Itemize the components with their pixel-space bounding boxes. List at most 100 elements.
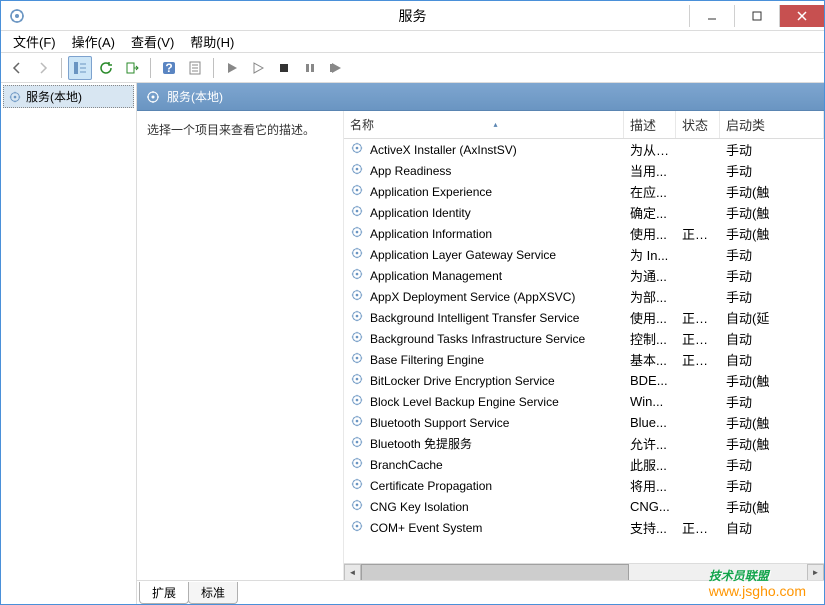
service-desc-cell: 为 In... bbox=[624, 245, 676, 264]
gear-icon bbox=[350, 141, 370, 158]
scroll-right-icon[interactable]: ► bbox=[807, 564, 824, 581]
service-name-cell: Application Layer Gateway Service bbox=[344, 246, 624, 263]
service-row[interactable]: Bluetooth Support ServiceBlue...手动(触 bbox=[344, 412, 824, 433]
menu-file[interactable]: 文件(F) bbox=[5, 30, 64, 53]
export-button[interactable] bbox=[120, 56, 144, 80]
service-desc-cell: 使用... bbox=[624, 308, 676, 327]
column-description[interactable]: 描述 bbox=[624, 111, 676, 138]
service-name: Application Layer Gateway Service bbox=[370, 248, 556, 262]
service-row[interactable]: App Readiness当用...手动 bbox=[344, 160, 824, 181]
service-desc-cell: 为通... bbox=[624, 266, 676, 285]
service-startup-cell: 手动(触 bbox=[720, 371, 824, 390]
service-name: Certificate Propagation bbox=[370, 479, 492, 493]
service-name: Application Identity bbox=[370, 206, 471, 220]
service-startup-cell: 手动 bbox=[720, 140, 824, 159]
start-service-button[interactable] bbox=[246, 56, 270, 80]
service-startup-cell: 手动(触 bbox=[720, 497, 824, 516]
service-row[interactable]: Application Identity确定...手动(触 bbox=[344, 202, 824, 223]
service-name: ActiveX Installer (AxInstSV) bbox=[370, 143, 517, 157]
footer-tabs: 扩展 标准 bbox=[137, 580, 824, 604]
service-status-cell: 正在... bbox=[676, 350, 720, 369]
service-name-cell: COM+ Event System bbox=[344, 519, 624, 536]
service-row[interactable]: Application Management为通...手动 bbox=[344, 265, 824, 286]
gear-icon bbox=[350, 267, 370, 284]
gear-icon bbox=[350, 498, 370, 515]
service-desc-cell: CNG... bbox=[624, 499, 676, 514]
pause-button[interactable] bbox=[298, 56, 322, 80]
minimize-button[interactable] bbox=[689, 5, 734, 27]
horizontal-scrollbar[interactable]: ◄ ► bbox=[344, 563, 824, 580]
window-title: 服务 bbox=[399, 6, 427, 26]
gear-icon bbox=[350, 162, 370, 179]
forward-button[interactable] bbox=[31, 56, 55, 80]
gear-icon bbox=[350, 351, 370, 368]
service-row[interactable]: Application Layer Gateway Service 为 In...… bbox=[344, 244, 824, 265]
service-row[interactable]: ActiveX Installer (AxInstSV)为从 ...手动 bbox=[344, 139, 824, 160]
tree-pane: 服务(本地) bbox=[1, 83, 137, 604]
scroll-thumb[interactable] bbox=[361, 564, 629, 581]
menu-view[interactable]: 查看(V) bbox=[123, 30, 182, 53]
toolbar-separator bbox=[213, 58, 214, 78]
service-name-cell: Background Intelligent Transfer Service bbox=[344, 309, 624, 326]
column-startup[interactable]: 启动类 bbox=[720, 111, 824, 138]
gear-icon bbox=[350, 225, 370, 242]
properties-button[interactable] bbox=[183, 56, 207, 80]
refresh-button[interactable] bbox=[94, 56, 118, 80]
service-row[interactable]: BitLocker Drive Encryption ServiceBDE...… bbox=[344, 370, 824, 391]
gear-icon bbox=[350, 246, 370, 263]
service-desc-cell: 为部... bbox=[624, 287, 676, 306]
back-button[interactable] bbox=[5, 56, 29, 80]
start-button[interactable] bbox=[220, 56, 244, 80]
service-status-cell: 正在... bbox=[676, 224, 720, 243]
service-row[interactable]: Background Intelligent Transfer Service使… bbox=[344, 307, 824, 328]
service-name: Background Tasks Infrastructure Service bbox=[370, 332, 585, 346]
service-name: Bluetooth 免提服务 bbox=[370, 435, 472, 452]
service-row[interactable]: Certificate Propagation将用...手动 bbox=[344, 475, 824, 496]
service-row[interactable]: BranchCache此服...手动 bbox=[344, 454, 824, 475]
close-button[interactable] bbox=[779, 5, 824, 27]
service-row[interactable]: Base Filtering Engine基本...正在...自动 bbox=[344, 349, 824, 370]
gear-icon bbox=[350, 414, 370, 431]
description-pane: 选择一个项目来查看它的描述。 bbox=[137, 111, 343, 580]
menu-action[interactable]: 操作(A) bbox=[64, 30, 123, 53]
tab-standard[interactable]: 标准 bbox=[188, 582, 238, 604]
stop-button[interactable] bbox=[272, 56, 296, 80]
service-name-cell: Bluetooth Support Service bbox=[344, 414, 624, 431]
service-name: CNG Key Isolation bbox=[370, 500, 469, 514]
column-name[interactable]: 名称▴ bbox=[344, 111, 624, 138]
maximize-button[interactable] bbox=[734, 5, 779, 27]
service-row[interactable]: Bluetooth 免提服务允许...手动(触 bbox=[344, 433, 824, 454]
tab-extended[interactable]: 扩展 bbox=[139, 582, 189, 604]
service-name-cell: Application Identity bbox=[344, 204, 624, 221]
scroll-track[interactable] bbox=[361, 564, 807, 581]
menu-help[interactable]: 帮助(H) bbox=[182, 30, 242, 53]
service-startup-cell: 手动 bbox=[720, 476, 824, 495]
service-row[interactable]: COM+ Event System支持...正在...自动 bbox=[344, 517, 824, 538]
service-name-cell: CNG Key Isolation bbox=[344, 498, 624, 515]
service-row[interactable]: Application Experience在应...手动(触 bbox=[344, 181, 824, 202]
description-prompt: 选择一个项目来查看它的描述。 bbox=[147, 121, 333, 138]
main-content: 服务(本地) 服务(本地) 选择一个项目来查看它的描述。 名称▴ 描述 状态 启… bbox=[1, 83, 824, 604]
service-row[interactable]: CNG Key Isolation CNG... 手动(触 bbox=[344, 496, 824, 517]
tree-root-services[interactable]: 服务(本地) bbox=[3, 85, 134, 108]
service-startup-cell: 手动 bbox=[720, 245, 824, 264]
service-row[interactable]: Application Information使用...正在...手动(触 bbox=[344, 223, 824, 244]
content-body: 选择一个项目来查看它的描述。 名称▴ 描述 状态 启动类 ActiveX Ins… bbox=[137, 111, 824, 580]
service-desc-cell: 在应... bbox=[624, 182, 676, 201]
content-header-title: 服务(本地) bbox=[167, 88, 223, 105]
restart-button[interactable] bbox=[324, 56, 348, 80]
details-view-button[interactable] bbox=[68, 56, 92, 80]
services-list: 名称▴ 描述 状态 启动类 ActiveX Installer (AxInstS… bbox=[343, 111, 824, 580]
svg-text:?: ? bbox=[165, 61, 172, 75]
scroll-left-icon[interactable]: ◄ bbox=[344, 564, 361, 581]
service-name: Base Filtering Engine bbox=[370, 353, 484, 367]
column-status[interactable]: 状态 bbox=[676, 111, 720, 138]
service-startup-cell: 手动(触 bbox=[720, 434, 824, 453]
list-body[interactable]: ActiveX Installer (AxInstSV)为从 ...手动App … bbox=[344, 139, 824, 563]
service-startup-cell: 手动 bbox=[720, 455, 824, 474]
service-startup-cell: 手动(触 bbox=[720, 203, 824, 222]
service-row[interactable]: AppX Deployment Service (AppXSVC)为部...手动 bbox=[344, 286, 824, 307]
help-button[interactable]: ? bbox=[157, 56, 181, 80]
service-row[interactable]: Background Tasks Infrastructure Service控… bbox=[344, 328, 824, 349]
service-row[interactable]: Block Level Backup Engine ServiceWin...手… bbox=[344, 391, 824, 412]
